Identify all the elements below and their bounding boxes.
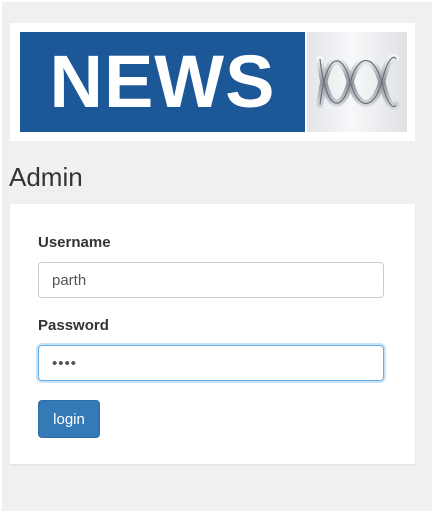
login-button[interactable]: login bbox=[38, 400, 100, 438]
news-logo: NEWS bbox=[10, 23, 415, 141]
login-card: Username Password login bbox=[10, 204, 415, 464]
page-background: NEWS Admin Username parth Password •••• … bbox=[2, 2, 432, 511]
password-label: Password bbox=[38, 317, 109, 334]
abc-lissajous-icon bbox=[307, 32, 407, 132]
news-logo-wordmark: NEWS bbox=[20, 32, 305, 132]
username-label: Username bbox=[38, 234, 111, 251]
news-logo-text: NEWS bbox=[49, 40, 276, 123]
page-title: Admin bbox=[9, 162, 83, 192]
password-field[interactable] bbox=[38, 345, 384, 381]
username-field[interactable] bbox=[38, 262, 384, 298]
